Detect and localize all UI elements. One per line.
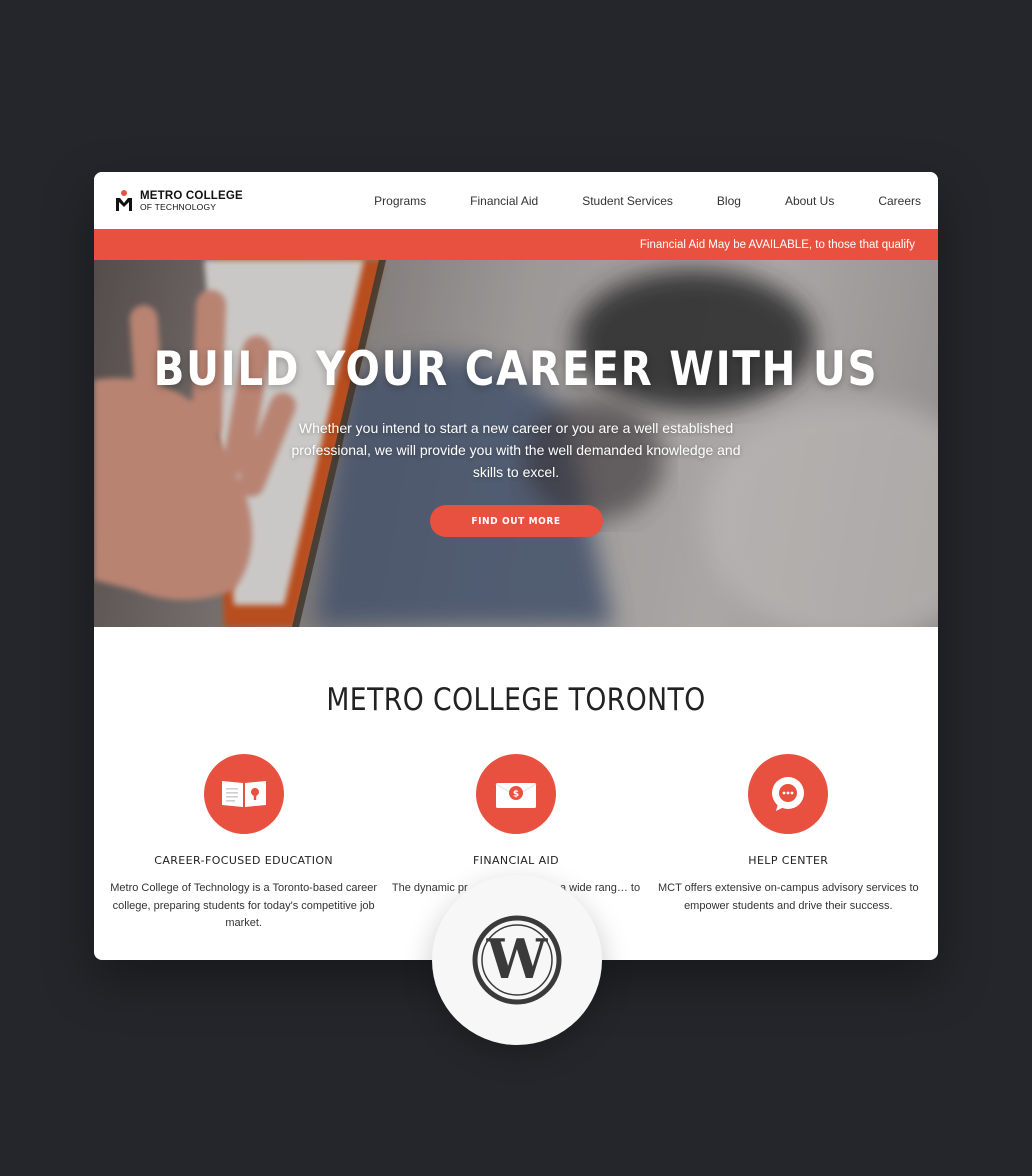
site-logo[interactable]: METRO COLLEGE OF TECHNOLOGY	[114, 189, 243, 213]
hero-title: BUILD YOUR CAREER WITH US	[153, 342, 879, 397]
hero-subtitle: Whether you intend to start a new career…	[291, 420, 741, 480]
nav-item-student-services[interactable]: Student Services	[582, 194, 673, 208]
feature-icon-circle	[203, 754, 284, 834]
find-out-more-button[interactable]: FIND OUT MORE	[429, 505, 603, 537]
wordpress-logo-icon: W	[472, 915, 562, 1005]
website-preview-card: METRO COLLEGE OF TECHNOLOGY Programs Fin…	[94, 172, 938, 960]
feature-title: CAREER-FOCUSED EDUCATION	[154, 854, 334, 867]
nav-item-financial-aid[interactable]: Financial Aid	[470, 194, 538, 208]
wordpress-badge: W	[432, 875, 602, 1045]
nav-item-blog[interactable]: Blog	[717, 194, 741, 208]
logo-text: METRO COLLEGE OF TECHNOLOGY	[140, 189, 243, 212]
site-header: METRO COLLEGE OF TECHNOLOGY Programs Fin…	[94, 172, 938, 229]
nav-item-programs[interactable]: Programs	[374, 194, 426, 208]
nav-item-about-us[interactable]: About Us	[785, 194, 834, 208]
announcement-text: Financial Aid May be AVAILABLE, to those…	[639, 238, 915, 251]
metro-person-icon	[116, 190, 132, 211]
feature-title: HELP CENTER	[748, 854, 829, 867]
feature-icon-circle: $	[475, 754, 556, 834]
money-envelope-icon: $	[495, 783, 537, 808]
nav-item-careers[interactable]: Careers	[878, 194, 921, 208]
chat-bubble-icon	[772, 777, 805, 811]
feature-help-center: HELP CENTER MCT offers extensive on-camp…	[655, 754, 922, 933]
section-title: METRO COLLEGE TORONTO	[326, 682, 706, 718]
hero-banner: BUILD YOUR CAREER WITH US Whether you in…	[94, 260, 938, 627]
feature-title: FINANCIAL AID	[472, 854, 560, 867]
feature-description: MCT offers extensive on-campus advisory …	[658, 882, 919, 912]
feature-career-education: CAREER-FOCUSED EDUCATION Metro College o…	[110, 754, 377, 933]
svg-text:W: W	[486, 927, 549, 991]
hero-content: BUILD YOUR CAREER WITH US Whether you in…	[94, 342, 938, 537]
logo-line-1: METRO COLLEGE	[140, 189, 243, 202]
svg-text:$: $	[513, 790, 519, 800]
logo-line-2: OF TECHNOLOGY	[140, 202, 217, 212]
feature-description: Metro College of Technology is a Toronto…	[110, 882, 378, 929]
announcement-bar[interactable]: Financial Aid May be AVAILABLE, to those…	[94, 229, 938, 260]
main-nav: Programs Financial Aid Student Services …	[374, 172, 921, 229]
book-icon	[221, 781, 266, 807]
feature-icon-circle	[748, 754, 829, 834]
